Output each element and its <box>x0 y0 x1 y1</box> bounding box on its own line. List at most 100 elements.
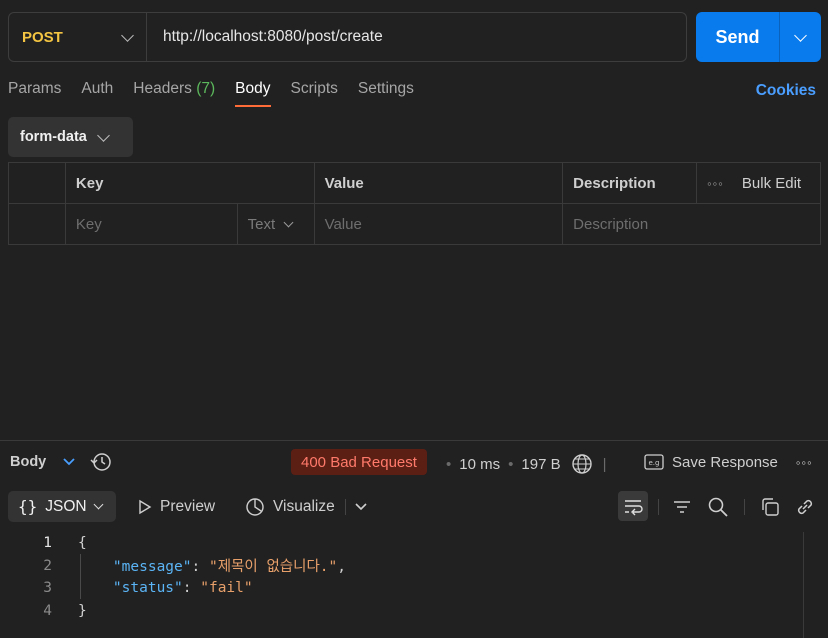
visualize-button[interactable]: Visualize <box>245 491 335 522</box>
json-comma: , <box>337 559 347 576</box>
request-url-bar: POST <box>8 12 687 62</box>
response-code-view[interactable]: 1 { 2 "message": "제목이 없습니다.", 3 "status"… <box>0 532 346 622</box>
json-key: "message" <box>112 559 192 576</box>
wrap-icon <box>625 500 643 516</box>
code-text: "message": "제목이 없습니다.", <box>78 555 346 576</box>
wrap-lines-button[interactable] <box>618 491 648 521</box>
json-colon: : <box>182 580 201 597</box>
save-response-label: Save Response <box>672 453 778 471</box>
scrollbar-track[interactable] <box>803 532 804 638</box>
chevron-down-icon <box>97 128 110 142</box>
tab-params[interactable]: Params <box>8 80 61 107</box>
code-line: 1 { <box>0 532 346 555</box>
preview-label: Preview <box>160 497 216 515</box>
visualize-icon <box>246 497 264 516</box>
value-input[interactable]: Value <box>313 203 564 245</box>
format-select[interactable]: {} JSON <box>8 491 116 522</box>
separator-bar <box>744 499 745 515</box>
visualize-options-button[interactable] <box>354 491 368 522</box>
response-toolbar: {} JSON Preview Visualize <box>8 491 820 523</box>
chevron-down-icon <box>93 499 104 510</box>
row-checkbox-cell <box>8 203 66 245</box>
code-text: } <box>78 602 87 619</box>
chevron-down-icon[interactable] <box>62 457 76 467</box>
send-button-group: Send <box>696 12 821 62</box>
description-column-header: Description <box>562 162 698 204</box>
link-button[interactable] <box>794 491 816 522</box>
code-text: "status": "fail" <box>78 580 253 596</box>
checkbox-column-header <box>8 162 66 204</box>
line-number: 1 <box>43 535 52 552</box>
search-button[interactable] <box>707 491 729 522</box>
method-label: POST <box>22 28 63 46</box>
tab-scripts[interactable]: Scripts <box>291 80 338 107</box>
format-label: JSON <box>45 497 87 515</box>
body-type-label: form-data <box>20 129 87 145</box>
response-header-bar: Body 400 Bad Request • 10 ms • 197 B | e… <box>10 449 818 475</box>
more-options-icon[interactable]: ◦◦◦ <box>796 455 813 470</box>
method-select[interactable]: POST <box>9 13 147 61</box>
search-icon <box>708 497 728 517</box>
bulk-edit-button[interactable]: Bulk Edit <box>742 175 801 192</box>
json-string: "제목이 없습니다." <box>208 559 338 576</box>
table-header-row: Key Value Description ◦◦◦ Bulk Edit <box>8 162 821 204</box>
filter-icon <box>674 500 690 513</box>
tab-settings[interactable]: Settings <box>358 80 414 107</box>
tab-label: Settings <box>357 80 414 97</box>
status-badge[interactable]: 400 Bad Request <box>291 449 427 475</box>
line-number: 4 <box>43 602 52 619</box>
example-icon: e.g <box>644 454 664 470</box>
chevron-down-icon <box>794 28 807 42</box>
code-line: 3 "status": "fail" <box>0 577 346 600</box>
table-actions-header: ◦◦◦ Bulk Edit <box>696 162 821 204</box>
line-number: 3 <box>43 580 52 597</box>
filter-button[interactable] <box>672 491 692 522</box>
url-input[interactable] <box>147 13 686 61</box>
cookies-link[interactable]: Cookies <box>756 82 816 100</box>
preview-button[interactable]: Preview <box>138 491 215 522</box>
value-column-header: Value <box>313 162 564 204</box>
body-type-select[interactable]: form-data <box>8 117 133 157</box>
type-select[interactable]: Text <box>236 203 315 245</box>
json-colon: : <box>191 559 209 576</box>
line-number: 2 <box>43 557 52 574</box>
separator-bar <box>658 499 659 515</box>
chevron-down-icon <box>355 502 367 510</box>
send-options-button[interactable] <box>780 12 821 62</box>
chevron-down-icon <box>283 217 294 227</box>
key-input[interactable]: Key <box>64 203 238 245</box>
separator-dot: • <box>508 455 514 473</box>
copy-icon <box>762 497 779 516</box>
code-line: 4 } <box>0 600 346 623</box>
history-icon[interactable] <box>90 451 112 473</box>
response-time[interactable]: 10 ms <box>459 456 500 473</box>
save-response-button[interactable]: e.g Save Response ◦◦◦ <box>644 449 813 475</box>
tab-body[interactable]: Body <box>235 80 271 107</box>
tab-label: Auth <box>81 80 114 97</box>
pane-divider[interactable] <box>0 440 828 441</box>
json-string: "fail" <box>200 580 253 597</box>
json-key: "status" <box>112 580 183 597</box>
response-body-tab[interactable]: Body <box>10 454 46 470</box>
globe-icon[interactable] <box>571 453 593 475</box>
tab-label: Params <box>8 80 62 97</box>
visualize-label: Visualize <box>273 497 335 515</box>
send-button[interactable]: Send <box>696 12 780 62</box>
response-meta: • 10 ms • 197 B | <box>446 453 607 475</box>
separator-dot: • <box>446 455 452 473</box>
headers-count-badge: (7) <box>196 80 216 97</box>
separator-bar <box>345 499 346 515</box>
code-line: 2 "message": "제목이 없습니다.", <box>0 555 346 578</box>
braces-icon: {} <box>18 497 38 516</box>
request-tabs: Params Auth Headers (7) Body Scripts Set… <box>8 80 434 107</box>
tab-label: Body <box>235 80 271 97</box>
tab-auth[interactable]: Auth <box>81 80 113 107</box>
copy-button[interactable] <box>759 491 781 522</box>
description-input[interactable]: Description <box>562 203 821 245</box>
tab-headers[interactable]: Headers (7) <box>133 80 215 107</box>
separator-bar: | <box>602 455 607 473</box>
table-row: Key Text Value Description <box>8 203 821 245</box>
more-options-icon[interactable]: ◦◦◦ <box>707 176 724 191</box>
response-size[interactable]: 197 B <box>521 456 560 473</box>
code-text: { <box>78 535 87 552</box>
